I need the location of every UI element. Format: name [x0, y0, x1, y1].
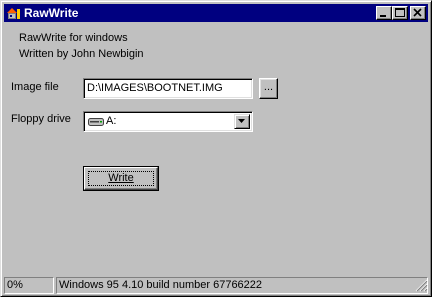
- floppy-drive-icon: [88, 118, 104, 126]
- app-icon[interactable]: [6, 5, 22, 21]
- close-icon: [413, 8, 422, 17]
- chevron-down-icon: [238, 119, 245, 123]
- close-button[interactable]: [410, 6, 426, 20]
- status-bar: 0% Windows 95 4.10 build number 67766222: [4, 277, 428, 294]
- image-file-label: Image file: [11, 81, 59, 93]
- dropdown-button[interactable]: [234, 114, 250, 129]
- rawwrite-window: RawWrite RawWrite for windows Written by…: [0, 0, 432, 297]
- about-line-2: Written by John Newbigin: [19, 48, 144, 60]
- maximize-icon: [395, 8, 405, 17]
- minimize-button[interactable]: [376, 6, 392, 20]
- about-line-1: RawWrite for windows: [19, 32, 128, 44]
- resize-grip-icon[interactable]: [415, 279, 428, 292]
- status-info-text: Windows 95 4.10 build number 67766222: [59, 279, 263, 291]
- title-bar[interactable]: RawWrite: [4, 4, 428, 22]
- status-info: Windows 95 4.10 build number 67766222: [56, 277, 428, 294]
- write-button[interactable]: Write: [83, 166, 159, 191]
- write-button-label: Write: [108, 172, 134, 184]
- floppy-drive-value: A:: [106, 115, 117, 127]
- status-progress: 0%: [4, 277, 54, 294]
- browse-button-label: ...: [263, 81, 274, 93]
- maximize-button[interactable]: [392, 6, 408, 20]
- minimize-icon: [380, 15, 386, 17]
- image-file-field[interactable]: [83, 78, 253, 99]
- browse-button[interactable]: ...: [259, 78, 278, 99]
- image-file-input[interactable]: [87, 81, 247, 95]
- window-title: RawWrite: [24, 6, 79, 20]
- floppy-drive-select[interactable]: A:: [83, 111, 253, 132]
- floppy-drive-label: Floppy drive: [11, 113, 71, 125]
